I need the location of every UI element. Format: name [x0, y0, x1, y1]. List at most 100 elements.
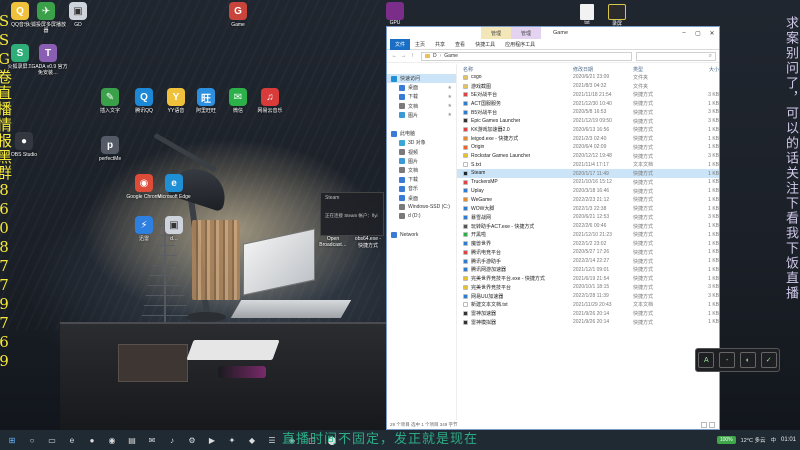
file-row[interactable]: leigod.exe - 快捷方式 2021/2/3 02:40 快捷方式 1 KB — [457, 134, 719, 143]
file-row[interactable]: 玩转助手ACT.exe - 快捷方式 2022/2/6 00:46 快捷方式 1 KB — [457, 222, 719, 231]
file-row[interactable]: 完美世界竞技平台 2020/10/1 18:15 快捷方式 3 KB — [457, 283, 719, 292]
file-row[interactable]: Origin 2020/6/4 02:09 快捷方式 1 KB — [457, 143, 719, 152]
nav-item[interactable]: Windows-SSD (C:) — [387, 203, 456, 212]
file-row[interactable]: 雷神加速器 2021/9/26 20:14 快捷方式 1 KB — [457, 309, 719, 318]
corner-icon-txt[interactable]: txt — [580, 4, 594, 26]
column-type[interactable]: 类型 — [633, 66, 683, 73]
tab-shortcut-tools[interactable]: 快捷工具 — [470, 39, 500, 50]
nav-item[interactable]: 此电脑 — [387, 129, 456, 138]
file-row[interactable]: 开黑啦 2021/12/10 21:23 快捷方式 1 KB — [457, 231, 719, 240]
file-row[interactable]: 暴雪战网 2020/6/21 12:53 快捷方式 3 KB — [457, 213, 719, 222]
file-row[interactable]: ACT国服服务 2021/12/30 10:40 快捷方式 1 KB — [457, 99, 719, 108]
taskbar-app-icon[interactable]: ▭ — [44, 432, 60, 448]
ime-indicator[interactable]: 中 — [770, 436, 776, 444]
tab-share[interactable]: 共享 — [430, 39, 450, 50]
file-row[interactable]: 游戏截图 2021/8/3 04:32 文件夹 — [457, 82, 719, 91]
desktop-icon-edge[interactable]: e Microsoft Edge — [154, 174, 194, 200]
maximize-icon[interactable]: ▢ — [691, 27, 705, 39]
search-input[interactable]: ⌕ — [636, 51, 716, 61]
file-row[interactable]: 雷神模拟器 2021/9/26 20:14 快捷方式 1 KB — [457, 318, 719, 327]
text-tool-icon[interactable]: A — [698, 352, 715, 368]
taskbar-app-icon[interactable]: ▤ — [124, 432, 140, 448]
file-row[interactable]: 魔兽世界 2022/1/2 23:02 快捷方式 1 KB — [457, 239, 719, 248]
desktop-icon-tgada[interactable]: T TGADA v0.9 官方免安装… — [28, 44, 68, 76]
back-arrow-icon[interactable]: ← — [390, 53, 399, 59]
file-row[interactable]: Rockstar Games Launcher 2020/12/12 19:48 快… — [457, 152, 719, 161]
desktop-icon-perfectme[interactable]: p perfectMe — [90, 136, 130, 162]
file-row[interactable]: WOW大脚 2022/1/3 22:38 快捷方式 1 KB — [457, 204, 719, 213]
shortcut-open-broadcast[interactable]: Open Broadcast… — [318, 236, 348, 248]
file-row[interactable]: S.txt 2021/11/4 17:17 文本文档 1 KB — [457, 161, 719, 170]
address-bar[interactable]: D › Game — [421, 51, 632, 61]
desktop-icon-game[interactable]: G Game — [218, 2, 258, 28]
breadcrumb-folder[interactable]: Game — [444, 53, 458, 59]
pin-icon[interactable]: ★ — [448, 112, 452, 118]
nav-item[interactable]: 桌面 ★ — [387, 83, 456, 92]
nav-item[interactable]: 视频 — [387, 148, 456, 157]
taskbar-app-icon[interactable]: ✦ — [224, 432, 240, 448]
file-row[interactable]: Epic Games Launcher 2021/12/19 09:50 快捷方式 3… — [457, 117, 719, 126]
up-arrow-icon[interactable]: ↑ — [408, 53, 417, 59]
nav-item[interactable]: 下载 ★ — [387, 92, 456, 101]
file-row[interactable]: TruckersMP 2021/10/16 15:12 快捷方式 1 KB — [457, 178, 719, 187]
nav-item[interactable]: 文档 ★ — [387, 102, 456, 111]
column-name[interactable]: 名称 — [463, 66, 573, 73]
tab-app-tools[interactable]: 应用程序工具 — [500, 39, 540, 50]
file-row[interactable]: Uplay 2020/3/18 16:46 快捷方式 1 KB — [457, 187, 719, 196]
nav-item[interactable]: d (D:) — [387, 212, 456, 221]
clock[interactable]: 01:01 — [781, 437, 796, 443]
start-button-icon[interactable]: ⊞ — [4, 432, 20, 448]
file-row[interactable]: 5E对战平台 2021/11/18 21:54 快捷方式 3 KB — [457, 91, 719, 100]
close-icon[interactable]: ✕ — [705, 27, 719, 39]
taskbar-app-icon[interactable]: ◉ — [104, 432, 120, 448]
nav-item[interactable]: 3D 对象 — [387, 138, 456, 147]
file-row[interactable]: Steam 2020/1/17 11:49 快捷方式 1 KB — [457, 169, 719, 178]
taskbar-app-icon[interactable]: ☰ — [264, 432, 280, 448]
tab-manage-app[interactable]: 管理 — [511, 27, 542, 39]
file-row[interactable]: B5对战平台 2020/5/8 16:53 快捷方式 3 KB — [457, 108, 719, 117]
weather-indicator[interactable]: 12°C 多云 — [741, 436, 766, 444]
file-row[interactable]: 腾讯电竞平台 2020/5/27 17:26 快捷方式 1 KB — [457, 248, 719, 257]
pin-icon[interactable]: ★ — [448, 103, 452, 109]
tab-view[interactable]: 查看 — [450, 39, 470, 50]
taskbar-app-icon[interactable]: ♪ — [164, 432, 180, 448]
battery-indicator[interactable]: 100% — [716, 436, 736, 444]
file-row[interactable]: 完美世界竞技平台.exe - 快捷方式 2021/6/19 21:54 快捷方式 1 … — [457, 274, 719, 283]
nav-item[interactable]: 快速访问 — [387, 74, 456, 84]
desktop-icon-d[interactable]: ▣ d… — [154, 216, 194, 242]
file-explorer-window[interactable]: 管理 管理 Game – ▢ ✕ 文件 主页 共享 查看 快捷工具 应用程序工具… — [386, 26, 720, 430]
explorer-titlebar[interactable]: 管理 管理 Game – ▢ ✕ — [387, 27, 719, 39]
taskbar-app-icon[interactable]: ○ — [24, 432, 40, 448]
pin-icon[interactable]: ★ — [448, 85, 452, 91]
taskbar-app-icon[interactable]: ● — [84, 432, 100, 448]
contrast-tool-icon[interactable]: ◐ — [739, 352, 756, 368]
taskbar-app-icon[interactable]: ▶ — [204, 432, 220, 448]
nav-item[interactable]: 下载 — [387, 175, 456, 184]
large-icons-view-icon[interactable] — [709, 422, 715, 428]
file-row[interactable]: 腾讯手游助手 2022/2/14 22:27 快捷方式 1 KB — [457, 257, 719, 266]
tab-manage-shortcut[interactable]: 管理 — [481, 27, 512, 39]
file-row[interactable]: 网易UU加速器 2022/1/28 11:39 快捷方式 3 KB — [457, 292, 719, 301]
corner-icon-gpu[interactable]: GPU — [386, 2, 404, 26]
nav-item[interactable]: Network — [387, 230, 456, 239]
taskbar-app-icon[interactable]: e — [64, 432, 80, 448]
forward-arrow-icon[interactable]: → — [399, 53, 408, 59]
nav-item[interactable]: 桌面 — [387, 193, 456, 202]
column-size[interactable]: 大小 — [683, 66, 719, 73]
file-row[interactable]: WeGame 2022/2/23 21:12 快捷方式 1 KB — [457, 196, 719, 205]
minimize-icon[interactable]: – — [677, 27, 691, 39]
tab-file[interactable]: 文件 — [390, 38, 411, 50]
taskbar-app-icon[interactable]: ⚙ — [184, 432, 200, 448]
shortcut-obs64[interactable]: obs64.exe - 快捷方式 — [352, 236, 384, 249]
taskbar-app-icon[interactable]: ✉ — [144, 432, 160, 448]
file-row[interactable]: 腾讯网游加速器 2021/12/1 09:01 快捷方式 1 KB — [457, 266, 719, 275]
desktop-icon-netease-music[interactable]: ♫ 网易云音乐 — [250, 88, 290, 114]
file-row[interactable]: KK游戏加速器2.0 2020/6/13 16:56 快捷方式 1 KB — [457, 126, 719, 135]
nav-item[interactable]: 图片 ★ — [387, 111, 456, 120]
nav-item[interactable]: 图片 — [387, 157, 456, 166]
tab-home[interactable]: 主页 — [410, 39, 430, 50]
column-date[interactable]: 修改日期 — [573, 66, 633, 73]
file-row[interactable]: csgo 2020/6/21 23:09 文件夹 — [457, 73, 719, 82]
minus-tool-icon[interactable]: - — [719, 352, 736, 368]
corner-icon-recorder[interactable]: 录屏 — [608, 4, 626, 27]
